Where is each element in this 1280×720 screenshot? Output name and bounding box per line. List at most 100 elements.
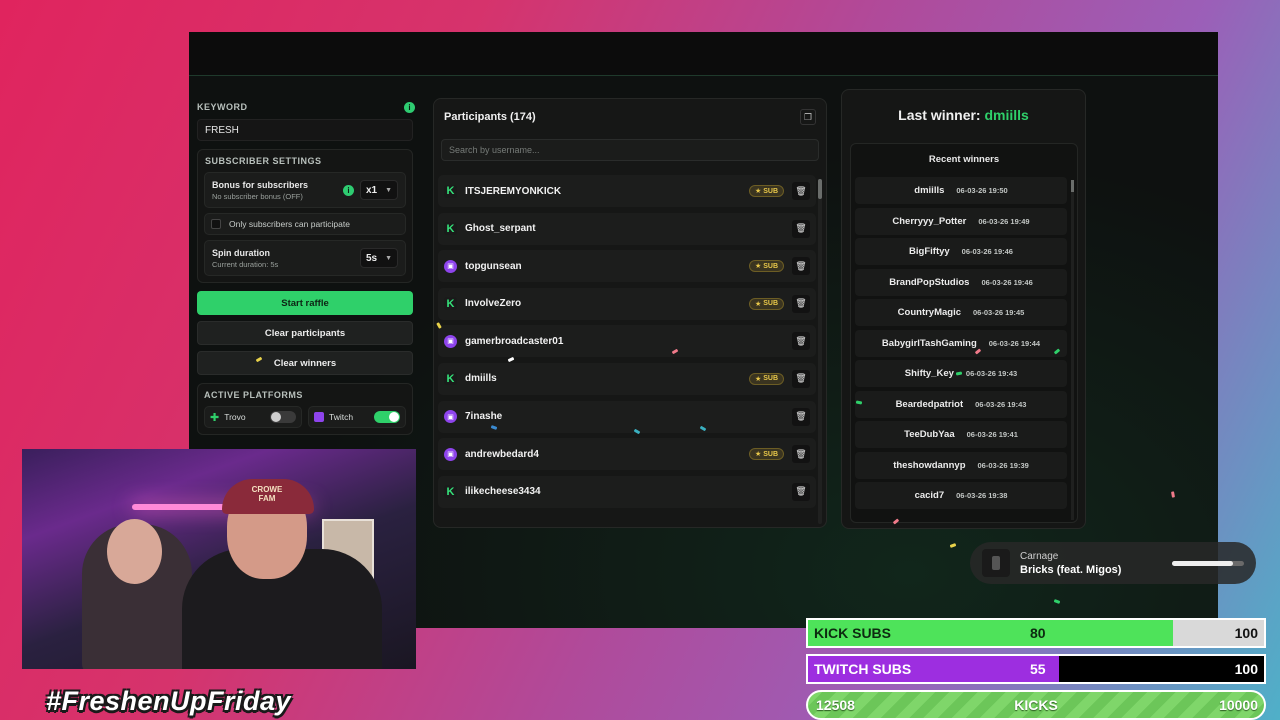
trash-icon[interactable]: 🗑 [792, 482, 810, 501]
participant-row: Kilikecheese3434 🗑 [438, 475, 816, 508]
last-winner-name: dmiills [984, 107, 1029, 123]
star-icon: ★ [754, 263, 762, 271]
winner-name: BabygirlTashGaming [881, 337, 977, 349]
person-left-head [107, 519, 162, 584]
trovo-icon: ✚ [210, 411, 220, 424]
winner-time: 06-03-26 19:44 [988, 338, 1041, 348]
trash-icon[interactable]: 🗑 [792, 219, 810, 238]
trash-icon[interactable]: 🗑 [792, 369, 810, 388]
clear-participants-button[interactable]: Clear participants [197, 321, 413, 345]
scrollbar-thumb[interactable] [818, 179, 822, 199]
sub-badge: ★ SUB [748, 185, 784, 197]
participant-row: ▣ topgunsean ★ SUB 🗑 [438, 250, 816, 283]
scrollbar-thumb[interactable] [1071, 180, 1074, 192]
copy-icon[interactable]: ❐ [800, 109, 816, 125]
trash-icon[interactable]: 🗑 [792, 257, 810, 276]
participant-name: topgunsean [465, 260, 522, 272]
keyword-header: KEYWORD i [197, 100, 415, 114]
winner-time: 06-03-26 19:45 [973, 308, 1025, 317]
app-top-bar [189, 32, 1218, 76]
album-art-icon [982, 549, 1010, 577]
participant-row: Kdmiills ★ SUB 🗑 [438, 362, 816, 395]
spin-duration-value: 5s [365, 252, 378, 264]
winner-name: TeeDubYaa [904, 429, 955, 440]
participant-name: andrewbedard4 [465, 448, 539, 460]
spin-duration-select[interactable]: 5s ▼ [359, 248, 398, 268]
trash-icon[interactable]: 🗑 [792, 182, 810, 200]
participant-row: K ITSJEREMYONKICK ★ SUB 🗑 [438, 175, 816, 207]
sub-badge: ★ SUB [748, 372, 784, 385]
chevron-down-icon: ▼ [385, 186, 392, 194]
subscriber-settings-label: SUBSCRIBER SETTINGS [205, 156, 322, 166]
active-platforms-label: ACTIVE PLATFORMS [204, 390, 303, 400]
kick-icon: K [444, 485, 457, 499]
sub-badge-label: SUB [763, 300, 778, 308]
sub-badge: ★ SUB [748, 260, 784, 273]
winner-name: Shifty_Key [904, 368, 954, 379]
subscriber-settings-panel: SUBSCRIBER SETTINGS Bonus for subscriber… [197, 149, 413, 283]
now-playing-widget: Carnage Bricks (feat. Migos) [970, 542, 1256, 584]
winner-name: Beardedpatriot [895, 398, 964, 410]
only-subscribers-checkbox[interactable] [211, 219, 221, 229]
bonus-title: Bonus for subscribers [212, 179, 309, 190]
trash-icon[interactable]: 🗑 [792, 332, 810, 351]
platform-name: Twitch [329, 412, 354, 422]
info-icon[interactable]: i [404, 101, 415, 113]
winner-row: cacid7 06-03-26 19:38 [855, 482, 1067, 509]
twitch-icon: ▣ [444, 410, 457, 424]
participant-name: 7inashe [465, 411, 503, 423]
bonus-multiplier-select[interactable]: x1 ▼ [359, 180, 398, 200]
platform-twitch[interactable]: Twitch [308, 406, 406, 428]
star-icon: ★ [754, 188, 762, 195]
goal-label: TWITCH SUBS [814, 661, 912, 677]
twitch-toggle[interactable] [374, 411, 400, 423]
participant-search-input[interactable]: Search by username... [441, 139, 819, 161]
webcam-feed: CROWE FAM [22, 449, 416, 669]
participant-row: K InvolveZero ★ SUB 🗑 [438, 287, 816, 320]
twitch-icon: ▣ [444, 259, 457, 273]
chevron-down-icon: ▼ [385, 254, 392, 262]
participant-name: dmiills [465, 373, 497, 385]
trash-icon[interactable]: 🗑 [792, 407, 810, 426]
spin-duration-setting: Spin duration Current duration: 5s 5s ▼ [204, 240, 406, 276]
sub-badge-label: SUB [763, 375, 778, 383]
goal-target: 100 [1234, 661, 1258, 677]
bonus-multiplier-value: x1 [365, 184, 378, 196]
cap-text: CROWE FAM [251, 485, 283, 503]
participants-scrollbar[interactable] [818, 179, 822, 524]
goal-target: 10000 [1219, 697, 1258, 713]
winner-row: TeeDubYaa 06-03-26 19:41 [855, 421, 1067, 448]
sub-badge-label: SUB [763, 450, 778, 458]
platform-trovo[interactable]: ✚ Trovo [204, 406, 302, 428]
goal-kicks: 12508 KICKS 10000 [806, 690, 1266, 720]
trash-icon[interactable]: 🗑 [792, 445, 810, 464]
now-playing-artist: Carnage [1020, 550, 1059, 562]
trovo-toggle[interactable] [270, 411, 296, 423]
bonus-setting: Bonus for subscribers No subscriber bonu… [204, 172, 406, 208]
trash-icon[interactable]: 🗑 [792, 294, 810, 313]
info-icon[interactable]: i [342, 184, 354, 196]
progress-fill [1172, 560, 1234, 566]
winner-row: BabygirlTashGaming 06-03-26 19:44 [855, 329, 1067, 357]
winner-row: Beardedpatriot 06-03-26 19:43 [855, 390, 1067, 418]
only-subscribers-option[interactable]: Only subscribers can participate [204, 213, 406, 235]
participant-row: K Ghost_serpant 🗑 [438, 212, 816, 245]
star-icon: ★ [754, 300, 762, 308]
winner-time: 06-03-26 19:38 [956, 491, 1008, 500]
participant-name: InvolveZero [465, 298, 522, 310]
winner-time: 06-03-26 19:46 [981, 277, 1033, 287]
participants-list: K ITSJEREMYONKICK ★ SUB 🗑 K Ghost_serpant 🗑 ▣ top… [438, 175, 816, 513]
keyword-input[interactable]: FRESH [197, 119, 413, 141]
winner-row: Cherryyy_Potter 06-03-26 19:49 [855, 207, 1067, 235]
platform-name: Trovo [224, 412, 246, 422]
now-playing-progress [1172, 560, 1244, 566]
participants-panel: Participants (174) ❐ Search by username.… [433, 98, 827, 528]
clear-winners-button[interactable]: Clear winners [197, 351, 413, 375]
winner-time: 06-03-26 19:41 [966, 430, 1018, 439]
start-raffle-button[interactable]: Start raffle [197, 291, 413, 315]
kick-icon: K [444, 372, 457, 386]
winners-scrollbar[interactable] [1071, 180, 1074, 520]
only-subscribers-label: Only subscribers can participate [229, 219, 350, 229]
winner-name: theshowdannyp [893, 459, 966, 471]
keyword-label: KEYWORD [197, 102, 248, 112]
